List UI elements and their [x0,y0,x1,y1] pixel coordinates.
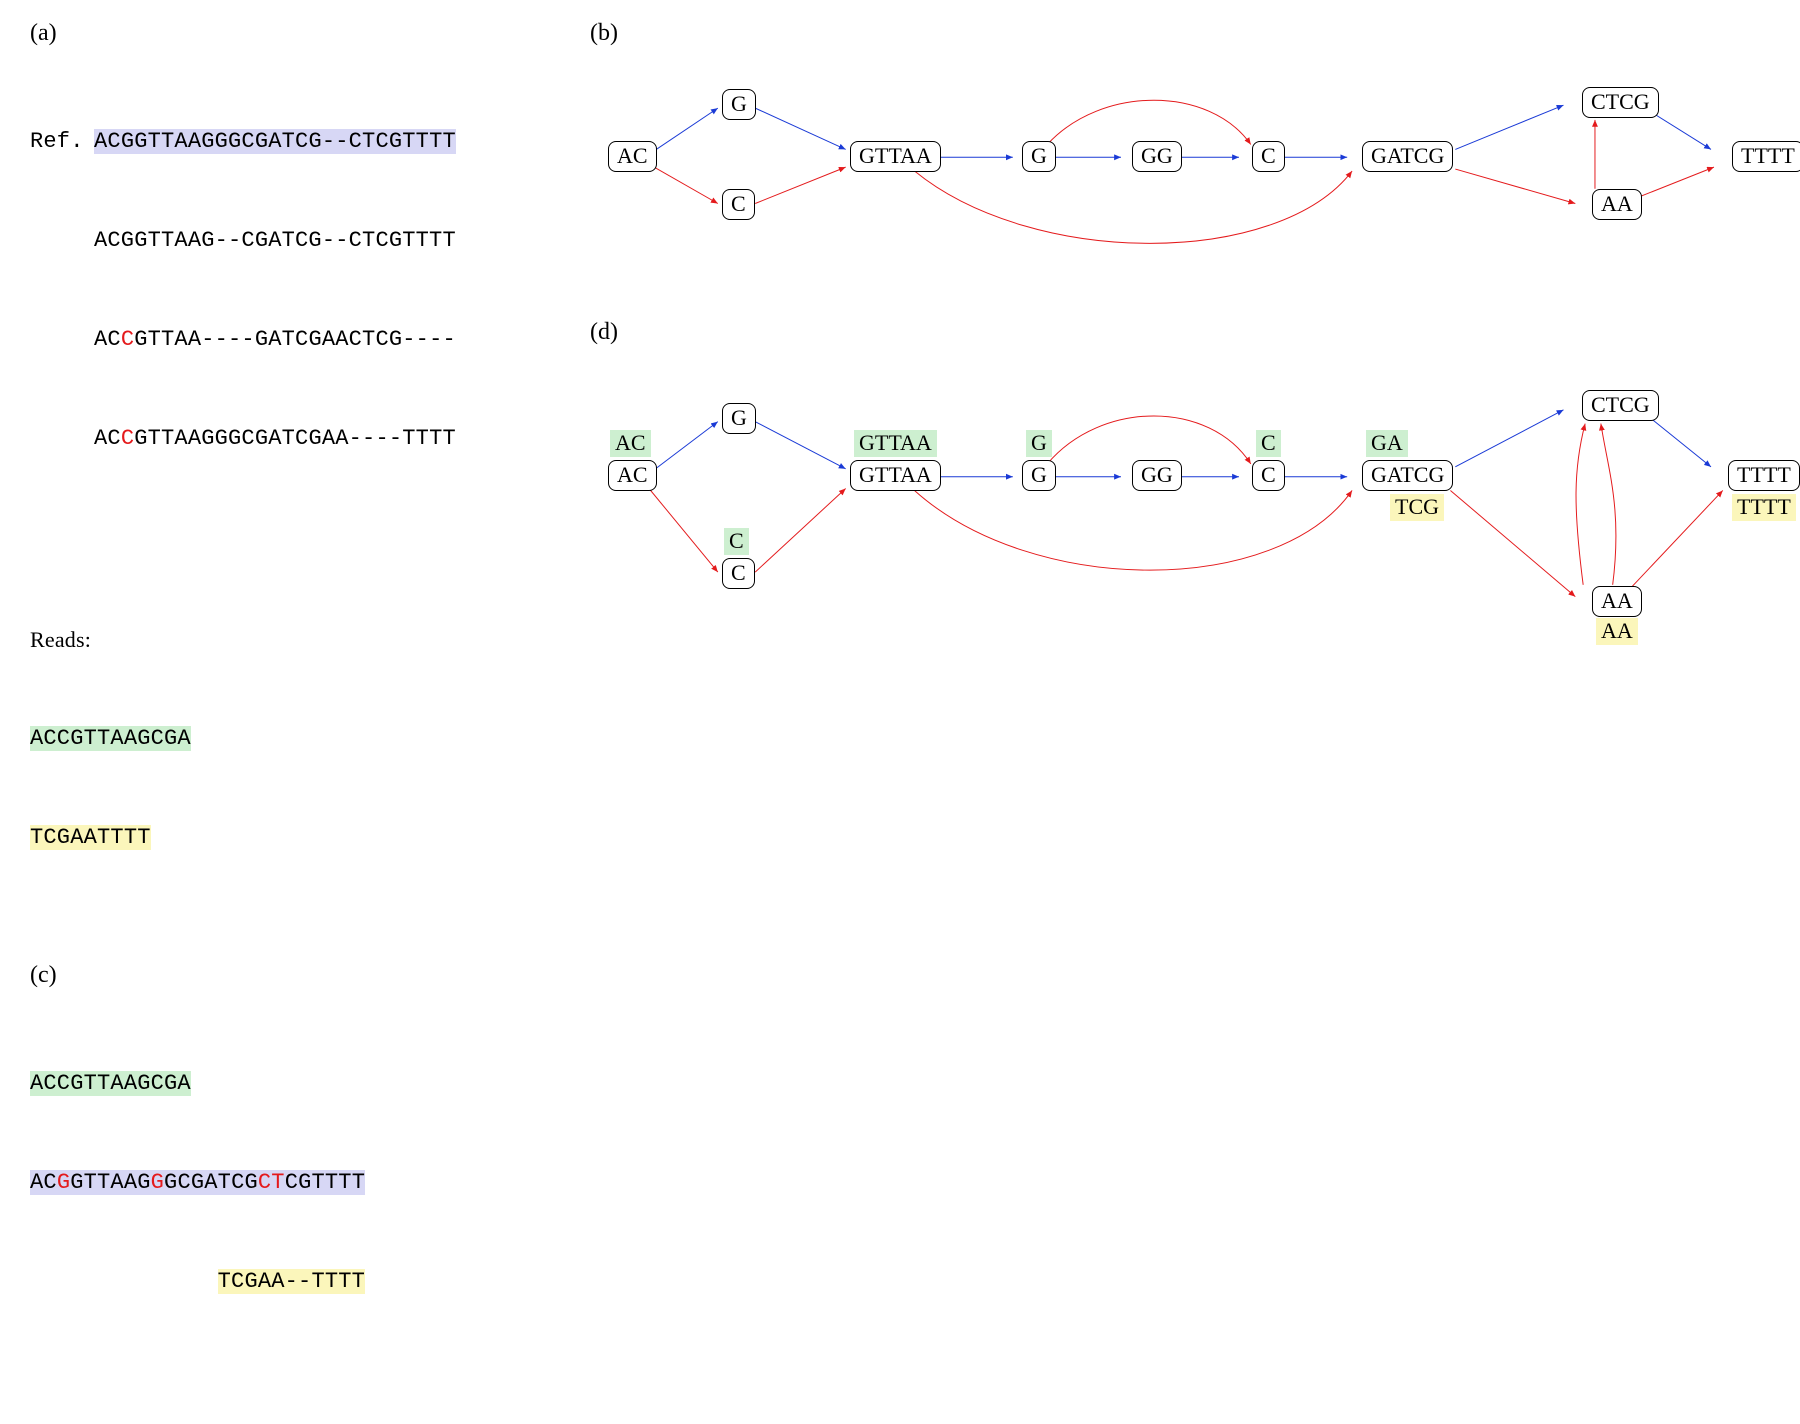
panel-a-label: (a) [30,20,550,47]
annot-c2: C [1256,430,1281,457]
variant-graph-d: AC C GTTAA G C GA TCG AA TTTT AC G C GTT… [590,358,1770,678]
snp-c-1: C [121,327,134,352]
node-g-top: G [722,89,756,120]
reads-block: Reads: ACCGTTAAGCGA TCGAATTTT [30,557,550,920]
panel-b-label: (b) [590,20,1770,47]
node-gatcg: GATCG [1362,141,1453,172]
d-node-ac: AC [608,460,657,491]
d-node-g-top: G [722,403,756,434]
c-read-bot: TCGAA--TTTT [218,1269,365,1294]
d-node-c2: C [1252,460,1285,491]
panel-c-label: (c) [30,962,550,989]
read-2: TCGAATTTT [30,825,151,850]
annot-gttaa: GTTAA [854,430,937,457]
d-node-tttt: TTTT [1728,460,1800,491]
node-ctcg: CTCG [1582,87,1659,118]
annot-tttt: TTTT [1732,494,1796,521]
d-node-ctcg: CTCG [1582,390,1659,421]
node-gg: GG [1132,141,1182,172]
annot-tcg: TCG [1390,494,1444,521]
node-g2: G [1022,141,1056,172]
d-node-gg: GG [1132,460,1182,491]
d-node-gttaa: GTTAA [850,460,941,491]
node-c-bot: C [722,189,755,220]
snp-c-2: C [121,426,134,451]
variant-graph-b: AC G C GTTAA G GG C GATCG CTCG AA TTTT [590,59,1770,289]
d-node-aa: AA [1592,586,1642,617]
node-aa: AA [1592,189,1642,220]
d-node-g2: G [1022,460,1056,491]
c-alignment: ACCGTTAAGCGA ACGGTTAAGGGCGATCGCTCGTTTT T… [30,1001,550,1364]
node-tttt: TTTT [1732,141,1800,172]
read-1: ACCGTTAAGCGA [30,726,191,751]
d-node-c-bot: C [722,558,755,589]
node-ac: AC [608,141,657,172]
annot-ac: AC [610,430,651,457]
panel-c: (c) ACCGTTAAGCGA ACGGTTAAGGGCGATCGCTCGTT… [30,962,550,1364]
node-c2: C [1252,141,1285,172]
panel-d-label: (d) [590,319,1770,346]
alignment-block: Ref.ACGGTTAAGGGCGATCG--CTCGTTTT ACGGTTAA… [30,59,550,521]
c-read-top: ACCGTTAAGCGA [30,1071,191,1096]
ref-label: Ref. [30,125,94,158]
reads-label: Reads: [30,623,550,656]
panel-a: (a) Ref.ACGGTTAAGGGCGATCG--CTCGTTTT ACGG… [30,20,550,1364]
d-node-gatcg: GATCG [1362,460,1453,491]
annot-aa: AA [1596,618,1638,645]
align-row-2: ACGGTTAAG--CGATCG--CTCGTTTT [94,228,456,253]
annot-g: G [1026,430,1052,457]
node-gttaa: GTTAA [850,141,941,172]
panel-b: (b) [590,20,1770,1364]
annot-c: C [724,528,749,555]
annot-ga: GA [1366,430,1408,457]
